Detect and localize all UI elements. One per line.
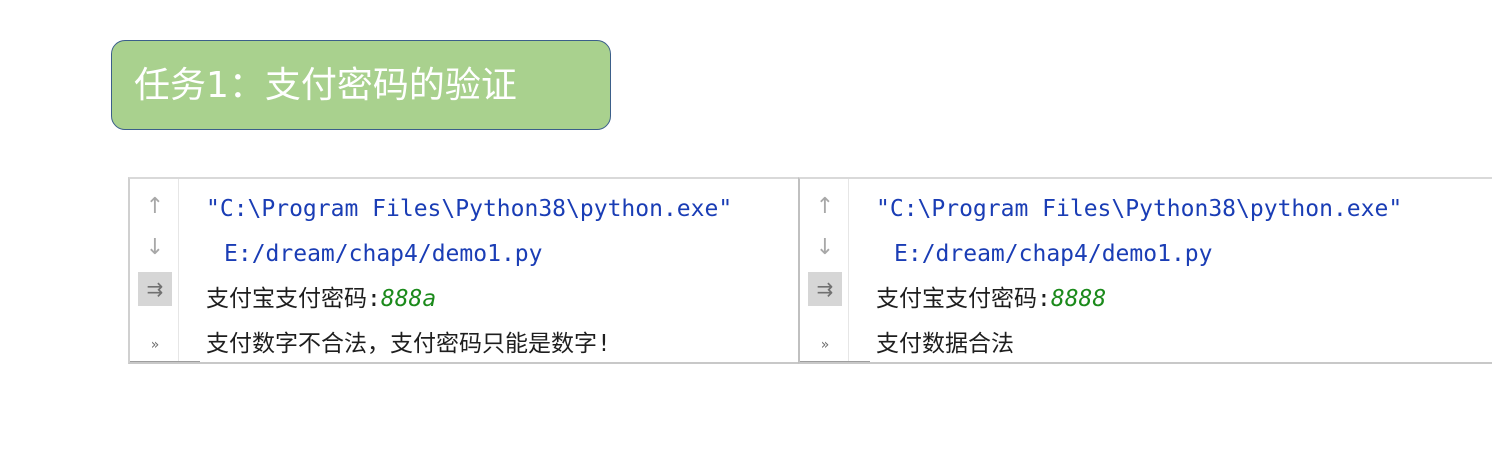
more-actions-icon[interactable]: »	[808, 333, 842, 357]
console-output-left: ↑ ↓ ⇉ » "C:\Program Files\Python38\pytho…	[128, 177, 798, 364]
console-lines: "C:\Program Files\Python38\python.exe" E…	[206, 187, 732, 362]
script-path-line[interactable]: E:/dream/chap4/demo1.py	[206, 232, 732, 277]
scroll-up-icon[interactable]: ↑	[808, 190, 842, 224]
password-input-value: 8888	[1050, 286, 1107, 312]
console-toolbar: ↑ ↓ ⇉ »	[130, 179, 179, 362]
result-line: 支付数据合法	[876, 331, 1014, 357]
password-prompt-line: 支付宝支付密码:8888	[876, 277, 1402, 322]
console-lines: "C:\Program Files\Python38\python.exe" E…	[876, 187, 1402, 362]
soft-wrap-icon[interactable]: ⇉	[808, 272, 842, 306]
result-line: 支付数字不合法，支付密码只能是数字!	[206, 331, 611, 357]
more-actions-icon[interactable]: »	[138, 333, 172, 357]
password-input-value: 888a	[380, 286, 437, 312]
exe-path-line[interactable]: "C:\Program Files\Python38\python.exe"	[206, 187, 732, 232]
console-output-right: ↑ ↓ ⇉ » "C:\Program Files\Python38\pytho…	[798, 177, 1492, 364]
scroll-down-icon[interactable]: ↓	[808, 231, 842, 265]
password-prompt: 支付宝支付密码:	[206, 286, 381, 312]
horizontal-scrollbar[interactable]	[800, 361, 870, 362]
task-title: 任务1：支付密码的验证	[134, 65, 517, 106]
horizontal-scrollbar[interactable]	[130, 361, 200, 362]
soft-wrap-icon[interactable]: ⇉	[138, 272, 172, 306]
task-banner: 任务1：支付密码的验证	[111, 40, 611, 130]
console-toolbar: ↑ ↓ ⇉ »	[800, 179, 849, 362]
script-path-line[interactable]: E:/dream/chap4/demo1.py	[876, 232, 1402, 277]
scroll-down-icon[interactable]: ↓	[138, 231, 172, 265]
exe-path-line[interactable]: "C:\Program Files\Python38\python.exe"	[876, 187, 1402, 232]
scroll-up-icon[interactable]: ↑	[138, 190, 172, 224]
password-prompt-line: 支付宝支付密码:888a	[206, 277, 732, 322]
password-prompt: 支付宝支付密码:	[876, 286, 1051, 312]
